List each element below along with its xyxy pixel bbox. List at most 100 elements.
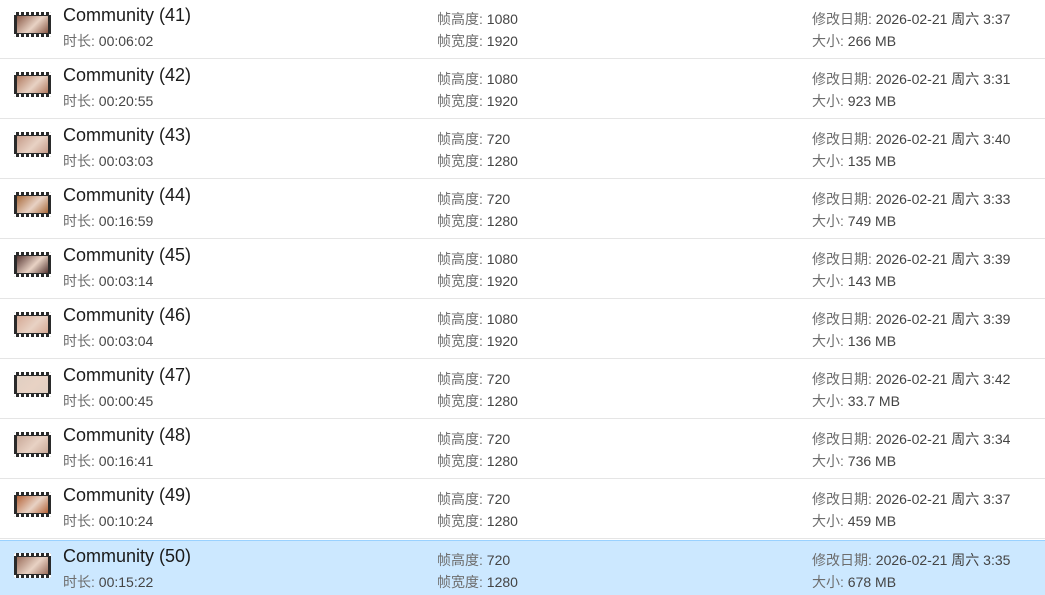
frame-height-label: 帧高度:	[437, 191, 483, 207]
frame-width-field: 帧宽度: 1280	[437, 391, 518, 411]
file-row[interactable]: Community (49) 时长: 00:10:24 帧高度: 720 帧宽度…	[0, 480, 1045, 539]
frame-height-field: 帧高度: 720	[437, 489, 510, 509]
modified-date-field: 修改日期: 2026-02-21 周六 3:31	[812, 69, 1010, 89]
file-row[interactable]: Community (46) 时长: 00:03:04 帧高度: 1080 帧宽…	[0, 300, 1045, 359]
file-size-field: 大小: 749 MB	[812, 211, 896, 231]
modified-date-field: 修改日期: 2026-02-21 周六 3:40	[812, 129, 1010, 149]
film-perforation-bottom	[14, 394, 51, 397]
file-size-value: 736 MB	[847, 453, 897, 469]
frame-width-label: 帧宽度:	[437, 33, 483, 49]
frame-width-label: 帧宽度:	[437, 333, 483, 349]
thumbnail-frame	[17, 76, 48, 93]
file-row[interactable]: Community (48) 时长: 00:16:41 帧高度: 720 帧宽度…	[0, 420, 1045, 479]
duration-value: 00:03:03	[98, 153, 154, 169]
frame-height-label: 帧高度:	[437, 371, 483, 387]
file-row[interactable]: Community (47) 时长: 00:00:45 帧高度: 720 帧宽度…	[0, 360, 1045, 419]
file-size-label: 大小:	[812, 213, 844, 229]
duration-field: 时长: 00:16:41	[63, 451, 153, 471]
duration-label: 时长:	[63, 93, 95, 109]
thumbnail-frame	[17, 256, 48, 273]
frame-height-label: 帧高度:	[437, 491, 483, 507]
frame-height-value: 720	[486, 431, 511, 447]
duration-field: 时长: 00:20:55	[63, 91, 153, 111]
modified-date-value: 2026-02-21 周六 3:33	[875, 191, 1011, 207]
file-size-label: 大小:	[812, 453, 844, 469]
frame-height-field: 帧高度: 1080	[437, 9, 518, 29]
duration-value: 00:10:24	[98, 513, 154, 529]
file-name: Community (48)	[63, 425, 192, 445]
duration-value: 00:03:04	[98, 333, 154, 349]
thumbnail-frame	[17, 376, 48, 393]
film-perforation-top	[14, 72, 51, 75]
film-perforation-bottom	[14, 274, 51, 277]
frame-height-field: 帧高度: 720	[437, 129, 510, 149]
modified-date-value: 2026-02-21 周六 3:37	[875, 491, 1011, 507]
frame-width-label: 帧宽度:	[437, 273, 483, 289]
file-size-field: 大小: 136 MB	[812, 331, 896, 351]
file-row[interactable]: Community (44) 时长: 00:16:59 帧高度: 720 帧宽度…	[0, 180, 1045, 239]
video-thumbnail-icon	[14, 192, 51, 217]
file-name: Community (41)	[63, 5, 192, 25]
thumbnail-frame	[17, 316, 48, 333]
frame-width-value: 1920	[486, 33, 518, 49]
frame-width-value: 1280	[486, 153, 518, 169]
file-row[interactable]: Community (41) 时长: 00:06:02 帧高度: 1080 帧宽…	[0, 0, 1045, 59]
modified-date-value: 2026-02-21 周六 3:40	[875, 131, 1011, 147]
file-row[interactable]: Community (43) 时长: 00:03:03 帧高度: 720 帧宽度…	[0, 120, 1045, 179]
film-perforation-bottom	[14, 514, 51, 517]
modified-date-field: 修改日期: 2026-02-21 周六 3:42	[812, 369, 1010, 389]
frame-width-field: 帧宽度: 1920	[437, 331, 518, 351]
modified-date-label: 修改日期:	[812, 491, 872, 507]
file-name: Community (47)	[63, 365, 192, 385]
frame-width-label: 帧宽度:	[437, 213, 483, 229]
video-thumbnail-icon	[14, 12, 51, 37]
duration-field: 时长: 00:15:22	[63, 572, 153, 592]
modified-date-label: 修改日期:	[812, 11, 872, 27]
frame-height-value: 720	[486, 491, 511, 507]
file-size-value: 459 MB	[847, 513, 897, 529]
file-size-field: 大小: 459 MB	[812, 511, 896, 531]
file-row-selected[interactable]: Community (50) 时长: 00:15:22 帧高度: 720 帧宽度…	[0, 540, 1045, 595]
duration-label: 时长:	[63, 574, 95, 590]
frame-height-label: 帧高度:	[437, 431, 483, 447]
frame-height-value: 720	[486, 371, 511, 387]
frame-height-value: 1080	[486, 251, 518, 267]
file-size-field: 大小: 135 MB	[812, 151, 896, 171]
file-size-field: 大小: 736 MB	[812, 451, 896, 471]
frame-height-field: 帧高度: 1080	[437, 309, 518, 329]
frame-width-value: 1280	[486, 574, 518, 590]
video-thumbnail-icon	[14, 132, 51, 157]
modified-date-label: 修改日期:	[812, 431, 872, 447]
file-row[interactable]: Community (42) 时长: 00:20:55 帧高度: 1080 帧宽…	[0, 60, 1045, 119]
modified-date-field: 修改日期: 2026-02-21 周六 3:39	[812, 249, 1010, 269]
frame-height-field: 帧高度: 1080	[437, 249, 518, 269]
video-thumbnail-icon	[14, 372, 51, 397]
film-perforation-top	[14, 132, 51, 135]
duration-label: 时长:	[63, 393, 95, 409]
file-size-value: 136 MB	[847, 333, 897, 349]
frame-height-label: 帧高度:	[437, 251, 483, 267]
frame-width-label: 帧宽度:	[437, 393, 483, 409]
file-size-field: 大小: 678 MB	[812, 572, 896, 592]
video-thumbnail-icon	[14, 72, 51, 97]
duration-field: 时长: 00:03:04	[63, 331, 153, 351]
frame-width-field: 帧宽度: 1280	[437, 511, 518, 531]
frame-width-value: 1920	[486, 333, 518, 349]
frame-width-value: 1280	[486, 213, 518, 229]
thumbnail-frame	[17, 16, 48, 33]
file-row[interactable]: Community (45) 时长: 00:03:14 帧高度: 1080 帧宽…	[0, 240, 1045, 299]
duration-label: 时长:	[63, 513, 95, 529]
film-perforation-bottom	[14, 334, 51, 337]
modified-date-value: 2026-02-21 周六 3:34	[875, 431, 1011, 447]
duration-field: 时长: 00:03:14	[63, 271, 153, 291]
modified-date-field: 修改日期: 2026-02-21 周六 3:35	[812, 550, 1010, 570]
file-size-value: 266 MB	[847, 33, 897, 49]
frame-height-label: 帧高度:	[437, 131, 483, 147]
film-perforation-top	[14, 192, 51, 195]
modified-date-value: 2026-02-21 周六 3:39	[875, 311, 1011, 327]
video-thumbnail-icon	[14, 252, 51, 277]
film-perforation-top	[14, 312, 51, 315]
thumbnail-frame	[17, 436, 48, 453]
file-size-label: 大小:	[812, 333, 844, 349]
film-perforation-bottom	[14, 94, 51, 97]
